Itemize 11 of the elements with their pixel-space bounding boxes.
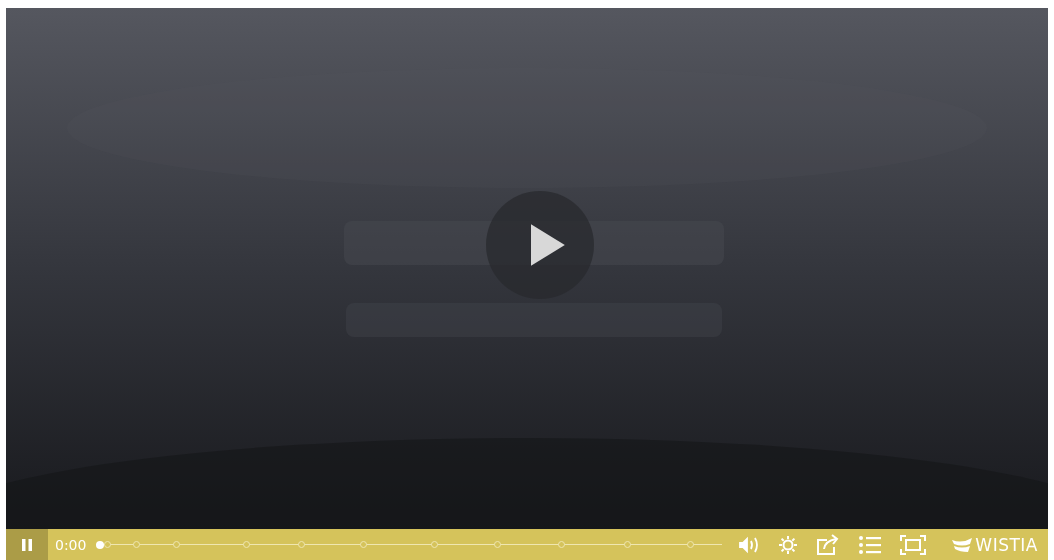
brand-logo-icon (952, 537, 973, 552)
pause-icon (20, 537, 34, 552)
volume-icon (738, 535, 761, 554)
fullscreen-icon (900, 534, 927, 555)
pause-button[interactable] (6, 529, 48, 560)
progress-thumb[interactable] (96, 540, 105, 549)
list-icon (858, 534, 883, 555)
share-icon (816, 533, 841, 556)
settings-icon (778, 534, 799, 555)
time-display: 0:00 (55, 536, 87, 553)
brand-name[interactable]: WISTIA (975, 534, 1038, 555)
